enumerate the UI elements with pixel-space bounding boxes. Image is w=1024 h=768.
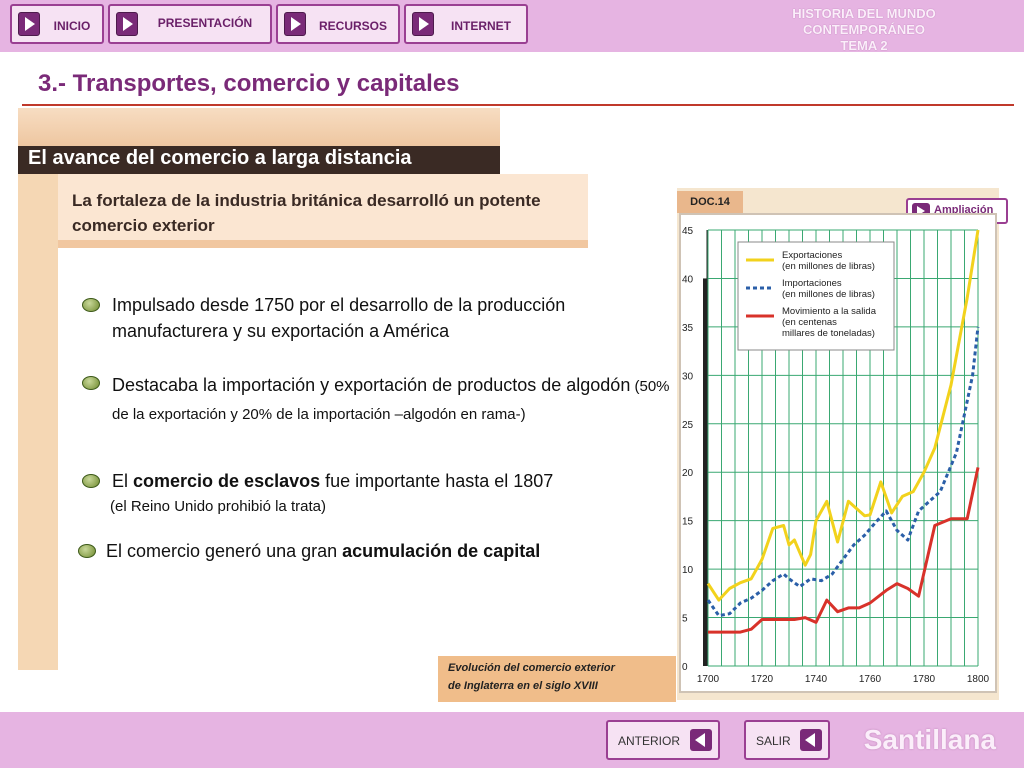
- y-tick-label: 5: [682, 614, 688, 625]
- bullet-2-main: Destacaba la importación y exportación d…: [112, 375, 631, 395]
- caption-line-2: de Inglaterra en el siglo XVIII: [448, 680, 598, 692]
- caption-line-1: Evolución del comercio exterior: [448, 662, 615, 674]
- x-tick-label: 1760: [859, 674, 882, 685]
- play-icon: [412, 12, 434, 36]
- nav-label: RECURSOS: [318, 19, 387, 33]
- course-title: HISTORIA DEL MUNDO CONTEMPORÁNEO: [792, 6, 936, 37]
- bullet-3-pre: El: [112, 471, 134, 491]
- x-tick-label: 1800: [967, 674, 990, 685]
- y-tick-label: 45: [682, 226, 694, 237]
- play-icon: [116, 12, 138, 36]
- y-tick-label: 15: [682, 517, 694, 528]
- x-tick-label: 1780: [913, 674, 936, 685]
- bullet-3-bold: comercio de esclavos: [133, 471, 321, 491]
- bullet-text-2: Destacaba la importación y exportación d…: [112, 372, 672, 428]
- page-title: 3.- Transportes, comercio y capitales: [38, 70, 460, 97]
- y-tick-label: 35: [682, 323, 694, 334]
- nav-button-internet[interactable]: INTERNET: [404, 4, 528, 44]
- course-header: HISTORIA DEL MUNDO CONTEMPORÁNEO TEMA 2: [744, 6, 984, 54]
- bullet-icon: [82, 376, 100, 390]
- play-icon: [284, 12, 306, 36]
- legend-label: Importaciones: [782, 278, 842, 289]
- legend-label: (en millones de libras): [782, 261, 875, 272]
- course-unit: TEMA 2: [840, 38, 888, 53]
- bullet-3-note: (el Reino Unido prohibió la trata): [110, 498, 326, 515]
- chart-caption: Evolución del comercio exterior de Ingla…: [438, 656, 676, 702]
- nav-label: INTERNET: [451, 19, 511, 33]
- bullet-text-3: El comercio de esclavos fue importante h…: [112, 468, 672, 494]
- bullet-4-pre: El comercio generó una gran: [106, 541, 343, 561]
- chart-legend: Exportaciones(en millones de libras)Impo…: [737, 241, 895, 351]
- bullet-text-4: El comercio generó una gran acumulación …: [106, 538, 666, 564]
- nav-button-inicio[interactable]: INICIO: [10, 4, 104, 44]
- banner-title: El avance del comercio a larga distancia: [28, 147, 412, 169]
- back-arrow-icon: [800, 729, 822, 751]
- y-tick-label: 25: [682, 420, 694, 431]
- bullet-3-post: fue importante hasta el 1807: [320, 471, 554, 491]
- brand-logo: Santillana: [863, 724, 996, 755]
- title-divider: [22, 104, 1014, 106]
- anterior-label: ANTERIOR: [618, 734, 681, 748]
- y-tick-label: 40: [682, 274, 694, 285]
- y-tick-label: 10: [682, 565, 694, 576]
- nav-label: PRESENTACIÓN: [157, 16, 253, 30]
- subtitle-panel: La fortaleza de la industria británica d…: [58, 174, 588, 248]
- subtitle-underline: [58, 240, 588, 248]
- y-tick-label: 20: [682, 468, 694, 479]
- salir-label: SALIR: [756, 734, 791, 748]
- back-arrow-icon: [690, 729, 712, 751]
- bullet-icon: [82, 298, 100, 312]
- nav-button-recursos[interactable]: RECURSOS: [276, 4, 400, 44]
- legend-label: (en millones de libras): [782, 289, 875, 300]
- bullet-text-1: Impulsado desde 1750 por el desarrollo d…: [112, 295, 566, 341]
- y-axis-bar: [703, 278, 707, 666]
- legend-label: millares de toneladas): [782, 328, 875, 339]
- y-tick-label: 0: [682, 662, 688, 673]
- bullet-icon: [82, 474, 100, 488]
- left-decor-panel: [18, 108, 58, 670]
- bullet-4-bold: acumulación de capital: [342, 541, 541, 561]
- x-tick-label: 1720: [751, 674, 774, 685]
- play-icon: [18, 12, 40, 36]
- legend-label: Exportaciones: [782, 250, 842, 261]
- legend-label: (en centenas: [782, 317, 837, 328]
- nav-button-presentacion[interactable]: PRESENTACIÓN: [108, 4, 272, 44]
- subtitle-text: La fortaleza de la industria británica d…: [72, 191, 541, 235]
- bullet-icon: [78, 544, 96, 558]
- y-tick-label: 30: [682, 371, 694, 382]
- salir-button[interactable]: SALIR: [744, 720, 830, 760]
- anterior-button[interactable]: ANTERIOR: [606, 720, 720, 760]
- x-tick-label: 1700: [697, 674, 720, 685]
- nav-label: INICIO: [53, 19, 91, 33]
- x-tick-label: 1740: [805, 674, 828, 685]
- legend-label: Movimiento a la salida: [782, 306, 877, 317]
- trade-chart: 0 5 10 15 20 25 30 35 40 45 1700 1720 1740 1760 1780 18…: [679, 213, 997, 693]
- section-banner: El avance del comercio a larga distancia: [18, 108, 500, 174]
